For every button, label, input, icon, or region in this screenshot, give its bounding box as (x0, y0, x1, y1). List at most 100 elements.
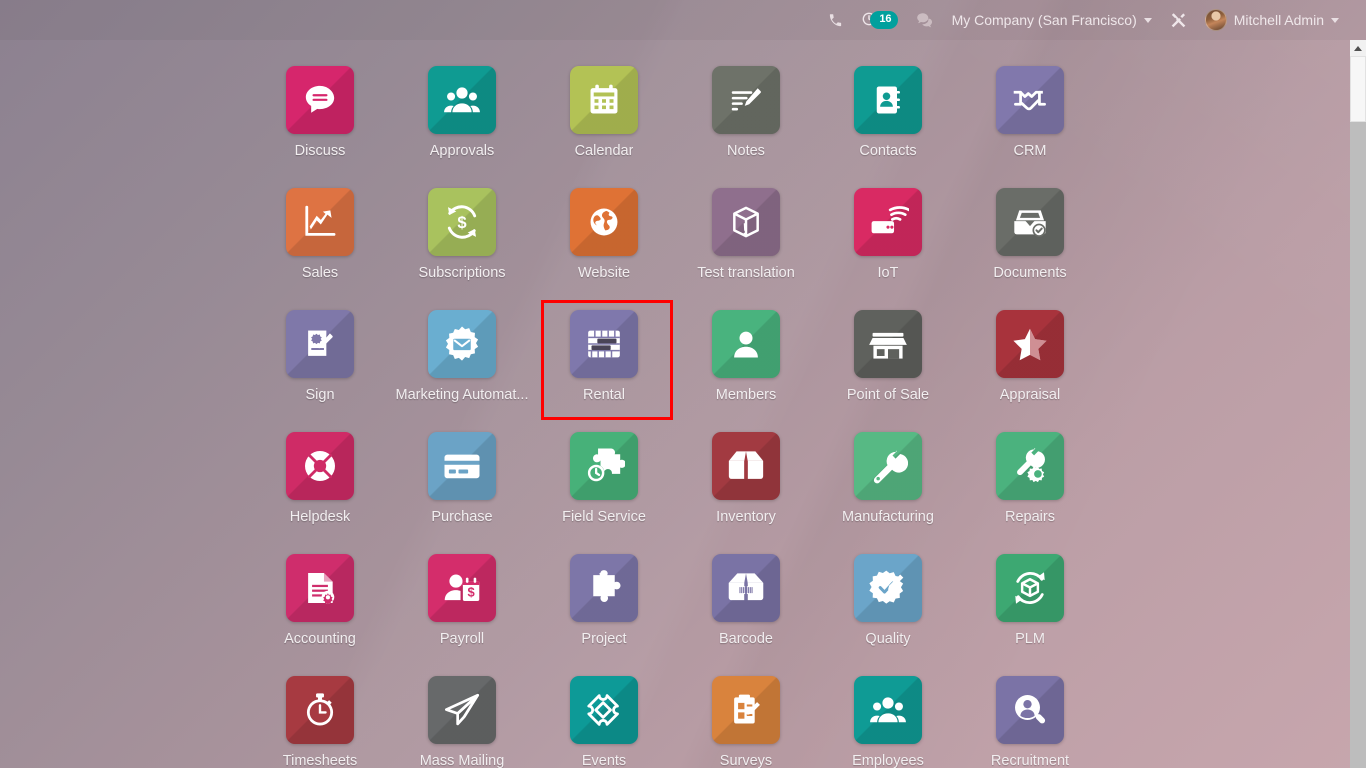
app-repairs[interactable]: Repairs (959, 422, 1101, 544)
sign-icon (286, 310, 354, 378)
app-label: Repairs (1005, 509, 1055, 525)
app-label: Purchase (431, 509, 493, 525)
phone-icon[interactable] (819, 0, 852, 40)
members-icon (712, 310, 780, 378)
messages-icon[interactable] (907, 0, 943, 40)
app-discuss[interactable]: Discuss (249, 56, 391, 178)
app-payroll[interactable]: $ Payroll (391, 544, 533, 666)
appraisal-star-icon (996, 310, 1064, 378)
app-sales[interactable]: Sales (249, 178, 391, 300)
app-label: Inventory (716, 509, 776, 525)
app-label: Payroll (439, 631, 485, 647)
app-manufacturing[interactable]: Manufacturing (817, 422, 959, 544)
barcode-icon (712, 554, 780, 622)
app-label: Marketing Automat... (395, 387, 529, 403)
contacts-icon (854, 66, 922, 134)
app-helpdesk[interactable]: Helpdesk (249, 422, 391, 544)
app-recruitment[interactable]: Recruitment (959, 666, 1101, 768)
marketing-automation-icon (428, 310, 496, 378)
app-point-of-sale[interactable]: Point of Sale (817, 300, 959, 422)
app-mass-mailing[interactable]: Mass Mailing (391, 666, 533, 768)
app-field-service[interactable]: Field Service (533, 422, 675, 544)
app-notes[interactable]: Notes (675, 56, 817, 178)
app-label: Events (581, 753, 627, 768)
app-label: Documents (993, 265, 1067, 281)
accounting-icon (286, 554, 354, 622)
app-appraisal[interactable]: Appraisal (959, 300, 1101, 422)
documents-icon (996, 188, 1064, 256)
app-label: Manufacturing (842, 509, 934, 525)
scroll-up-arrow[interactable] (1350, 40, 1366, 56)
app-members[interactable]: Members (675, 300, 817, 422)
debug-tools-icon[interactable] (1161, 0, 1196, 40)
user-name: Mitchell Admin (1233, 12, 1324, 28)
sales-chart-icon (286, 188, 354, 256)
odoo-apps-desktop: 16 My Company (San Francisco) Mitchell A… (0, 0, 1366, 768)
vertical-scrollbar[interactable] (1350, 40, 1366, 768)
app-approvals[interactable]: Approvals (391, 56, 533, 178)
app-project[interactable]: Project (533, 544, 675, 666)
app-plm[interactable]: PLM (959, 544, 1101, 666)
app-sign[interactable]: Sign (249, 300, 391, 422)
app-surveys[interactable]: Surveys (675, 666, 817, 768)
website-globe-icon (570, 188, 638, 256)
app-label: Calendar (574, 143, 634, 159)
svg-text:$: $ (457, 213, 466, 232)
calendar-icon (570, 66, 638, 134)
app-accounting[interactable]: Accounting (249, 544, 391, 666)
app-label: PLM (1015, 631, 1045, 647)
app-documents[interactable]: Documents (959, 178, 1101, 300)
chevron-down-icon (1143, 17, 1152, 23)
activity-menu[interactable]: 16 (852, 0, 906, 40)
app-label: Field Service (562, 509, 646, 525)
apps-grid: Discuss Approvals Calendar Notes Contacts CRM… (0, 40, 1350, 768)
user-menu[interactable]: Mitchell Admin (1196, 0, 1348, 40)
app-label: CRM (1013, 143, 1047, 159)
notes-icon (712, 66, 780, 134)
subscriptions-icon: $ (428, 188, 496, 256)
app-purchase[interactable]: Purchase (391, 422, 533, 544)
app-calendar[interactable]: Calendar (533, 56, 675, 178)
app-rental[interactable]: Rental (533, 300, 675, 422)
app-label: Sign (305, 387, 335, 403)
scrollbar-thumb[interactable] (1350, 56, 1366, 122)
app-website[interactable]: Website (533, 178, 675, 300)
app-crm[interactable]: CRM (959, 56, 1101, 178)
helpdesk-lifebuoy-icon (286, 432, 354, 500)
app-label: Sales (301, 265, 339, 281)
app-barcode[interactable]: Barcode (675, 544, 817, 666)
app-inventory[interactable]: Inventory (675, 422, 817, 544)
app-label: IoT (877, 265, 899, 281)
crm-handshake-icon (996, 66, 1064, 134)
app-subscriptions[interactable]: $ Subscriptions (391, 178, 533, 300)
app-label: Test translation (697, 265, 795, 281)
app-label: Discuss (294, 143, 346, 159)
app-label: Recruitment (990, 753, 1070, 768)
app-employees[interactable]: Employees (817, 666, 959, 768)
app-test-translation[interactable]: Test translation (675, 178, 817, 300)
app-label: Contacts (859, 143, 917, 159)
app-quality[interactable]: Quality (817, 544, 959, 666)
app-marketing-automat[interactable]: Marketing Automat... (391, 300, 533, 422)
svg-text:$: $ (467, 585, 475, 600)
surveys-icon (712, 676, 780, 744)
app-iot[interactable]: IoT (817, 178, 959, 300)
app-label: Employees (852, 753, 924, 768)
avatar (1204, 9, 1227, 31)
recruitment-icon (996, 676, 1064, 744)
quality-icon (854, 554, 922, 622)
employees-icon (854, 676, 922, 744)
app-timesheets[interactable]: Timesheets (249, 666, 391, 768)
project-puzzle-icon (570, 554, 638, 622)
company-name: My Company (San Francisco) (951, 12, 1137, 28)
iot-icon (854, 188, 922, 256)
app-label: Timesheets (282, 753, 358, 768)
rental-icon (570, 310, 638, 378)
company-switcher[interactable]: My Company (San Francisco) (943, 0, 1161, 40)
app-label: Quality (865, 631, 911, 647)
app-label: Rental (583, 387, 625, 403)
app-events[interactable]: Events (533, 666, 675, 768)
app-label: Point of Sale (846, 387, 930, 403)
app-contacts[interactable]: Contacts (817, 56, 959, 178)
systray: 16 My Company (San Francisco) Mitchell A… (0, 0, 1366, 40)
